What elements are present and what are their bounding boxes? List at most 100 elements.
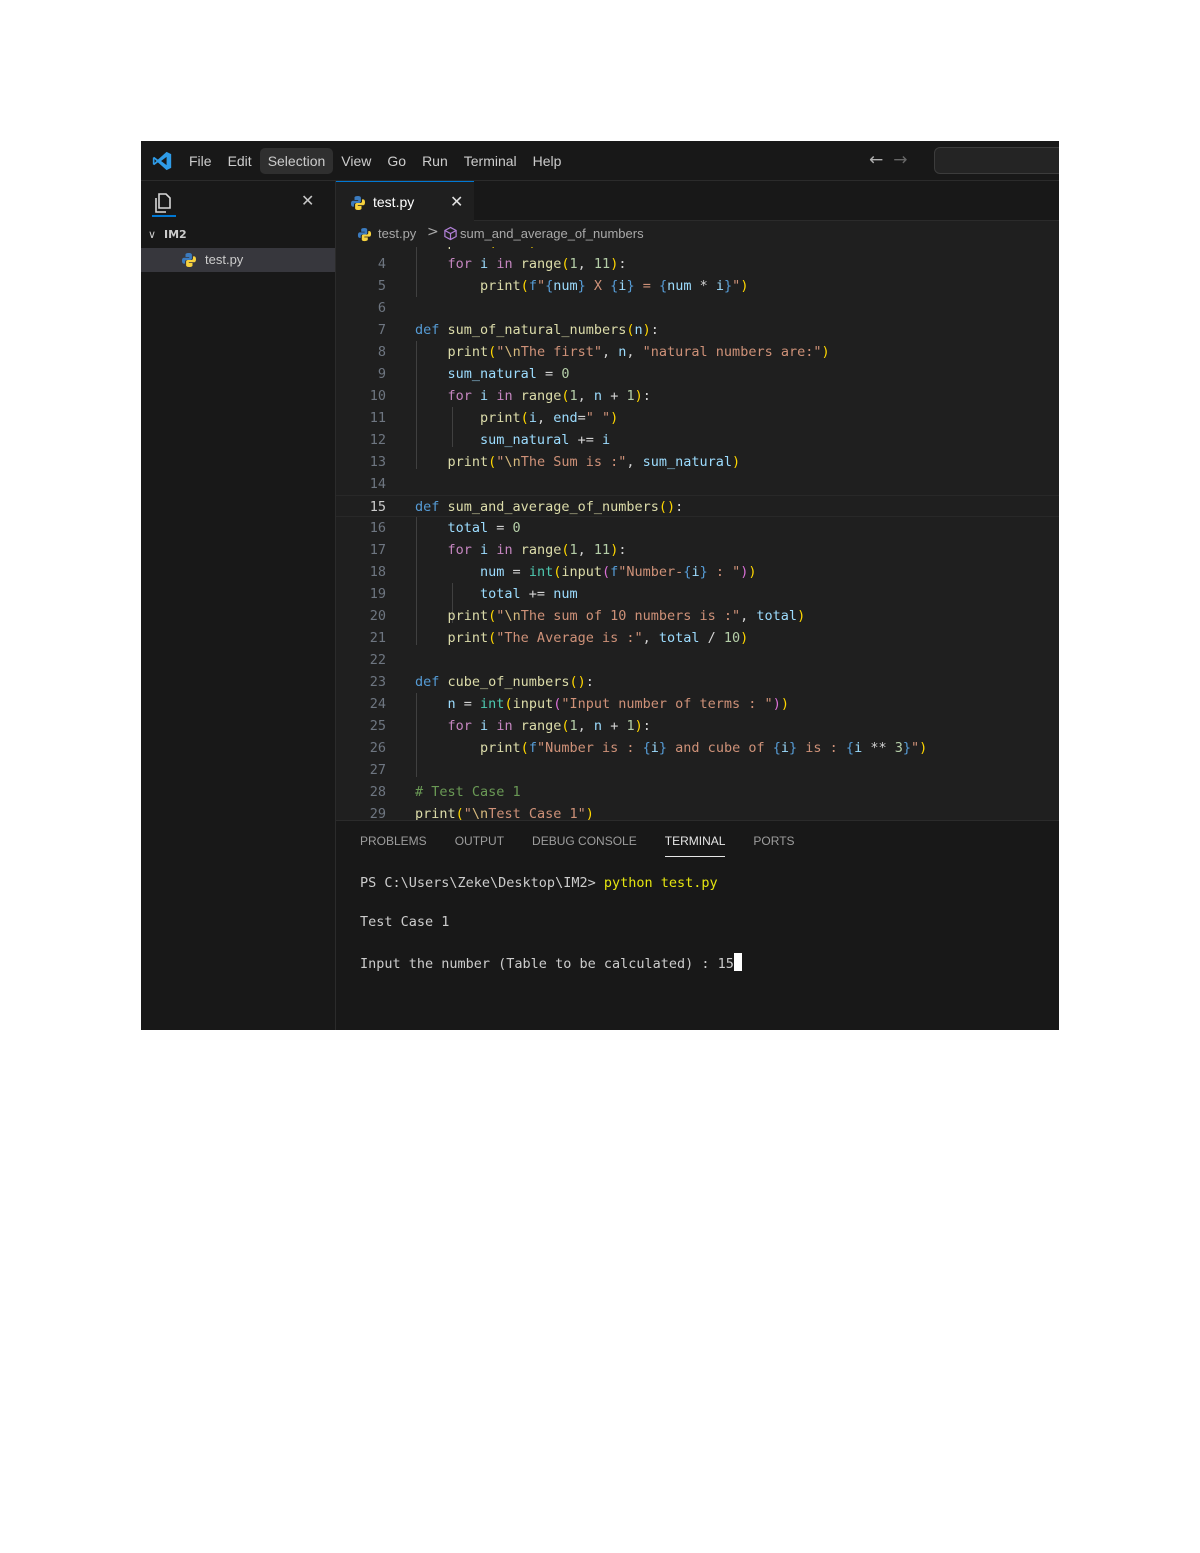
code-line: n = int(input("Input number of terms : "… [447, 696, 789, 712]
method-symbol-icon [444, 226, 457, 241]
breadcrumb-symbol[interactable]: sum_and_average_of_numbers [460, 226, 644, 241]
tab-output[interactable]: OUTPUT [455, 834, 504, 856]
menu-run[interactable]: Run [414, 148, 456, 174]
line-number: 14 [369, 476, 386, 492]
code-line: print(i, end=" ") [480, 410, 619, 426]
tab-problems[interactable]: PROBLEMS [360, 834, 427, 856]
tab-debug-console[interactable]: DEBUG CONSOLE [532, 834, 637, 856]
vscode-window: File Edit Selection View Go Run Terminal… [141, 141, 1059, 1030]
tab-test-py[interactable]: test.py ✕ [336, 181, 474, 221]
line-number: 11 [369, 410, 386, 426]
menu-terminal[interactable]: Terminal [456, 148, 525, 174]
line-number: 25 [369, 718, 386, 734]
line-number: 26 [369, 740, 386, 756]
line-number: 7 [377, 322, 386, 338]
line-number: 6 [377, 300, 386, 316]
terminal-output: Input the number (Table to be calculated… [360, 956, 734, 972]
line-number: 28 [369, 784, 386, 800]
line-number: 18 [369, 564, 386, 580]
menu-bar: File Edit Selection View Go Run Terminal… [181, 148, 569, 174]
tab-terminal[interactable]: TERMINAL [664, 834, 725, 857]
python-file-icon [357, 227, 372, 242]
menu-help[interactable]: Help [525, 148, 570, 174]
terminal-prompt: PS C:\Users\Zeke\Desktop\IM2> [360, 875, 596, 891]
command-center-search[interactable] [934, 147, 1059, 174]
line-number: 9 [377, 366, 386, 382]
menu-selection[interactable]: Selection [259, 148, 334, 174]
code-line: print(f"{num} X {i} = {num * i}") [480, 278, 749, 294]
breadcrumb: test.py > sum_and_average_of_numbers [336, 221, 1059, 247]
explorer-sidebar: ✕ ∨ IM2 test.py [141, 181, 336, 1030]
python-file-icon [182, 253, 196, 267]
code-line: total += num [480, 586, 578, 602]
code-line: for i in range(1, 11): [447, 256, 627, 272]
tab-close-icon[interactable]: ✕ [450, 192, 463, 211]
line-number: 24 [369, 696, 386, 712]
line-number: 13 [369, 454, 386, 470]
line-number: 10 [369, 388, 386, 404]
code-line: print("The Average is :", total / 10) [447, 630, 749, 646]
code-line: print("\nTest Case 1") [415, 806, 594, 820]
chevron-down-icon: ∨ [148, 228, 157, 241]
folder-row[interactable]: ∨ IM2 [141, 225, 336, 247]
tab-ports[interactable]: PORTS [753, 834, 794, 856]
panel-tab-bar: PROBLEMS OUTPUT DEBUG CONSOLE TERMINAL P… [360, 834, 795, 857]
code-line: for i in range(1, n + 1): [447, 718, 651, 734]
terminal-command: python test.py [603, 875, 718, 891]
terminal-prompt-line[interactable]: PS C:\Users\Zeke\Desktop\IM2> python tes… [360, 875, 718, 891]
editor-tab-bar: test.py ✕ [336, 181, 1059, 221]
breadcrumb-separator: > [427, 224, 439, 240]
file-row-test-py[interactable]: test.py [141, 248, 335, 272]
breadcrumb-file[interactable]: test.py [378, 226, 416, 241]
code-line: def sum_of_natural_numbers(n): [415, 322, 659, 338]
code-line: print("\nThe Sum is :", sum_natural) [447, 454, 741, 470]
menu-view[interactable]: View [333, 148, 379, 174]
forward-arrow-icon[interactable]: → [893, 150, 917, 170]
python-file-icon [351, 196, 365, 210]
file-name: test.py [205, 252, 244, 267]
line-number: 27 [369, 762, 386, 778]
code-line: def sum_and_average_of_numbers(): [415, 499, 684, 515]
code-line: sum_natural = 0 [447, 366, 570, 382]
line-number: 23 [369, 674, 386, 690]
code-line: print("\nThe sum of 10 numbers is :", to… [447, 608, 806, 624]
code-line: total = 0 [447, 520, 521, 536]
line-number: 16 [369, 520, 386, 536]
terminal-output: Test Case 1 [360, 914, 450, 930]
title-bar: File Edit Selection View Go Run Terminal… [141, 141, 1059, 181]
close-icon[interactable]: ✕ [301, 191, 314, 210]
menu-edit[interactable]: Edit [220, 148, 260, 174]
vscode-logo-icon[interactable] [151, 150, 173, 172]
menu-go[interactable]: Go [379, 148, 414, 174]
code-line: num = int(input(f"Number-{i} : ")) [480, 564, 757, 580]
line-number-current: 15 [369, 499, 386, 515]
line-number: 8 [377, 344, 386, 360]
line-number: 21 [369, 630, 386, 646]
code-line: print(f"Number is : {i} and cube of {i} … [480, 740, 928, 756]
line-number: 20 [369, 608, 386, 624]
line-number: 12 [369, 432, 386, 448]
line-number: 19 [369, 586, 386, 602]
code-line: print("\nThe first", n, "natural numbers… [447, 344, 830, 360]
back-arrow-icon[interactable]: ← [869, 150, 893, 170]
code-line: sum_natural += i [480, 432, 611, 448]
navigation-arrows: ←→ [869, 150, 918, 170]
terminal-input-line[interactable]: Input the number (Table to be calculated… [360, 953, 742, 972]
folder-name: IM2 [164, 228, 187, 241]
line-number: 22 [369, 652, 386, 668]
explorer-active-indicator [152, 215, 176, 217]
explorer-files-icon[interactable] [154, 193, 172, 213]
line-number: 29 [369, 806, 386, 820]
code-line: for i in range(1, 11): [447, 542, 627, 558]
code-line: # Test Case 1 [415, 784, 521, 800]
terminal-cursor [733, 953, 742, 971]
code-line: def cube_of_numbers(): [415, 674, 594, 690]
code-line: for i in range(1, n + 1): [447, 388, 651, 404]
code-editor[interactable]: 3 print("\n") 4 for i in range(1, 11): 5… [336, 247, 1059, 820]
bottom-panel: PROBLEMS OUTPUT DEBUG CONSOLE TERMINAL P… [336, 820, 1059, 1030]
line-number: 5 [377, 278, 386, 294]
line-number: 4 [377, 256, 386, 272]
menu-file[interactable]: File [181, 148, 220, 174]
line-number: 17 [369, 542, 386, 558]
tab-label: test.py [373, 194, 415, 210]
